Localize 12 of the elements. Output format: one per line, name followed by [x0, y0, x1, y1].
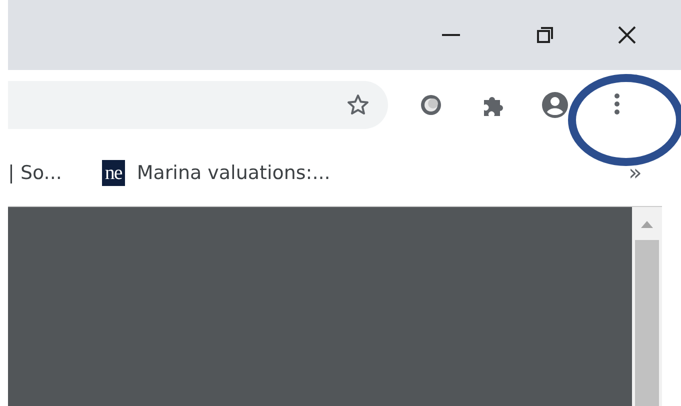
bookmark[interactable]: Marina valuations:... — [136, 162, 330, 184]
menu-icon[interactable] — [614, 93, 620, 117]
overflow-chevron[interactable]: » — [628, 160, 642, 186]
circle-icon[interactable] — [418, 92, 444, 118]
scroll-thumb[interactable] — [635, 240, 659, 406]
close-icon[interactable] — [618, 26, 636, 44]
scrollbar[interactable] — [632, 207, 662, 406]
profile-icon[interactable] — [541, 91, 569, 119]
bookmark[interactable]: | So... — [8, 162, 62, 184]
star-icon[interactable] — [346, 93, 370, 117]
favicon-logo: ne — [102, 160, 125, 186]
restore-icon[interactable] — [537, 27, 553, 43]
